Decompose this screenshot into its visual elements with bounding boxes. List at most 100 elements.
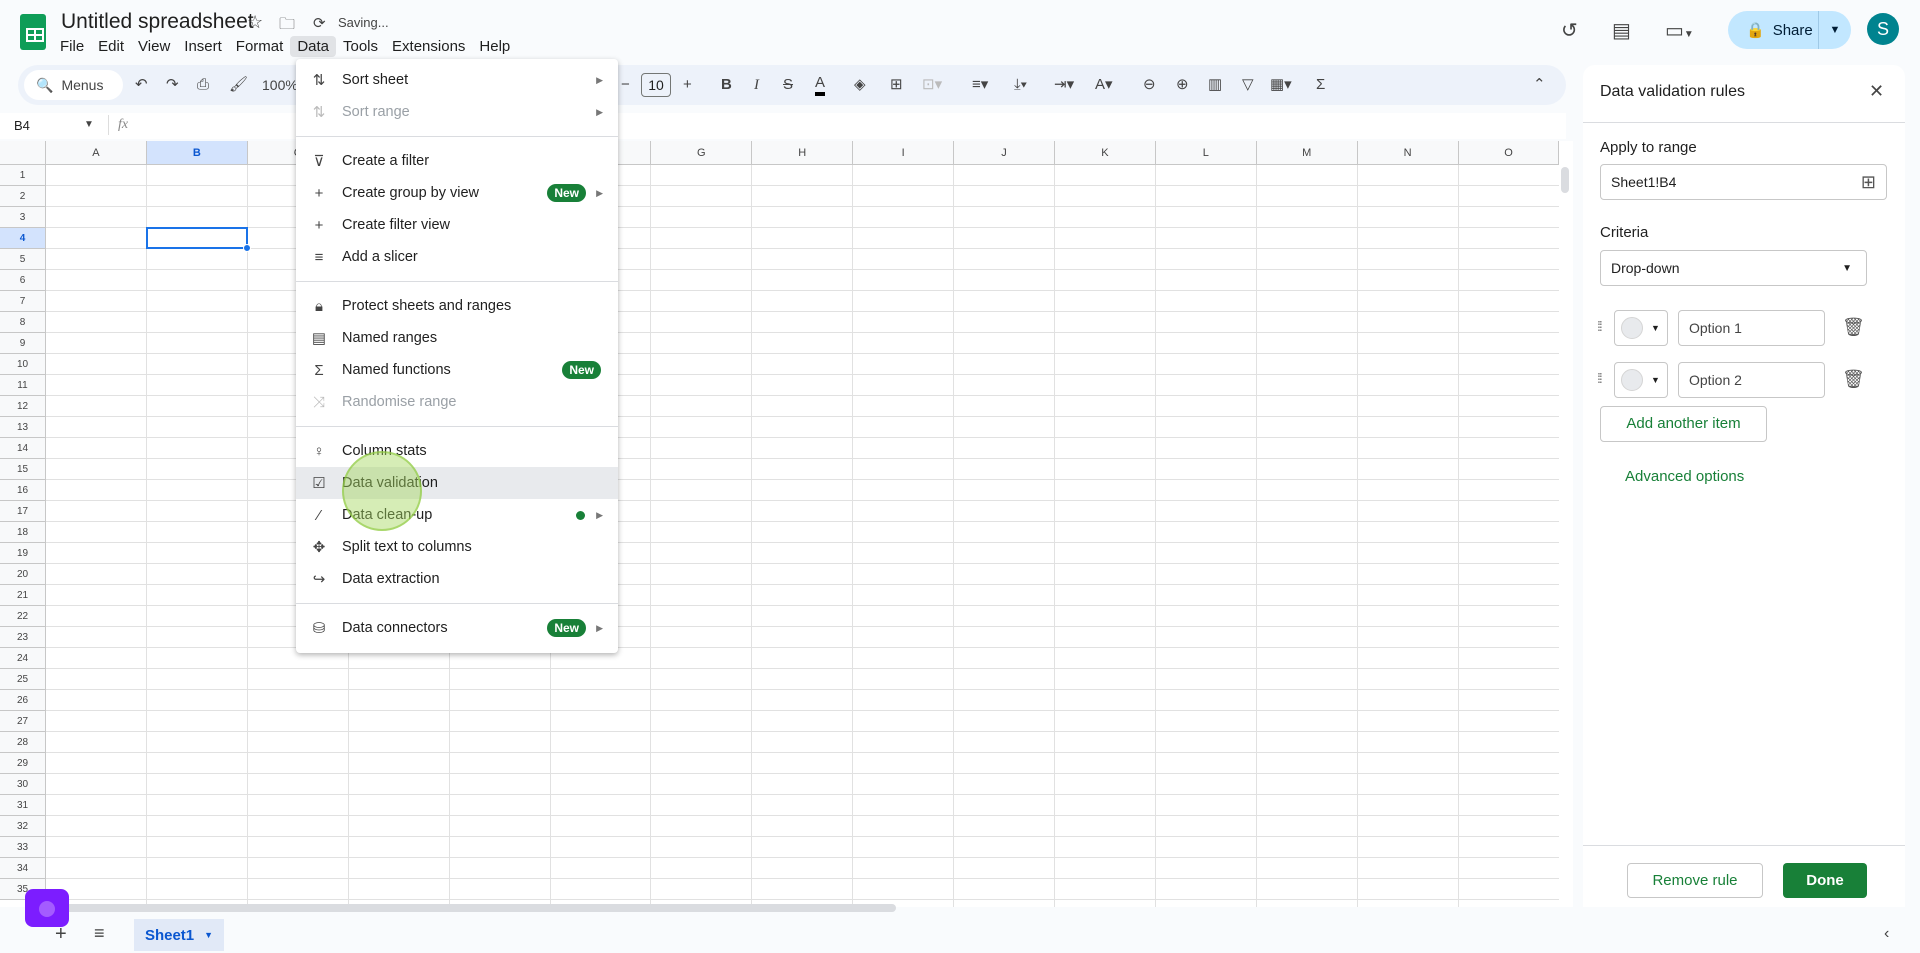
menu-extensions[interactable]: Extensions xyxy=(385,36,472,57)
menu-item-protect-sheets-and-ranges[interactable]: 🔒︎ Protect sheets and ranges xyxy=(296,290,618,322)
row-header[interactable]: 32 xyxy=(0,816,46,837)
column-header[interactable]: N xyxy=(1357,141,1459,165)
font-size-input[interactable]: 10 xyxy=(641,73,671,97)
row-header[interactable]: 9 xyxy=(0,333,46,354)
strikethrough-icon[interactable]: S xyxy=(783,74,793,96)
add-another-item-button[interactable]: Add another item xyxy=(1600,406,1767,442)
menu-view[interactable]: View xyxy=(131,36,177,57)
vertical-scrollbar[interactable] xyxy=(1559,141,1573,907)
criteria-select[interactable]: Drop-down ▼ xyxy=(1600,250,1867,286)
menu-item-create-a-filter[interactable]: ⊽ Create a filter xyxy=(296,145,618,177)
close-icon[interactable]: ✕ xyxy=(1869,81,1884,102)
row-header[interactable]: 30 xyxy=(0,774,46,795)
row-header[interactable]: 1 xyxy=(0,165,46,186)
increase-font-button[interactable]: + xyxy=(683,74,692,96)
drag-handle-icon[interactable]: ⁞⁞ xyxy=(1597,318,1603,334)
row-header[interactable]: 25 xyxy=(0,669,46,690)
row-header[interactable]: 15 xyxy=(0,459,46,480)
fill-handle[interactable] xyxy=(242,244,251,252)
menu-item-data-extraction[interactable]: ↪ Data extraction xyxy=(296,563,618,595)
menus-search[interactable]: 🔍 Menus xyxy=(24,70,123,100)
functions-button[interactable]: Σ xyxy=(1316,74,1325,96)
document-title[interactable]: Untitled spreadsheet xyxy=(61,10,254,34)
version-history-icon[interactable]: ↺ xyxy=(1561,18,1578,43)
row-header[interactable]: 19 xyxy=(0,543,46,564)
assistant-launcher[interactable] xyxy=(25,889,69,927)
menu-help[interactable]: Help xyxy=(472,36,517,57)
share-dropdown-icon[interactable]: ▼ xyxy=(1819,24,1851,36)
add-sheet-icon[interactable]: + xyxy=(55,923,67,946)
row-header[interactable]: 7 xyxy=(0,291,46,312)
menu-item-create-group-by-view[interactable]: + Create group by view New ▶ xyxy=(296,177,618,209)
column-header[interactable]: L xyxy=(1155,141,1257,165)
column-header[interactable]: O xyxy=(1458,141,1559,165)
row-header[interactable]: 23 xyxy=(0,627,46,648)
column-header[interactable]: J xyxy=(954,141,1055,165)
row-header[interactable]: 26 xyxy=(0,690,46,711)
filter-views-icon[interactable]: ▦▾ xyxy=(1270,74,1292,96)
row-header[interactable]: 24 xyxy=(0,648,46,669)
option-input[interactable]: Option 1 xyxy=(1678,310,1825,346)
horizontal-scrollbar[interactable] xyxy=(46,904,896,912)
name-box[interactable]: B4 xyxy=(14,118,30,133)
paint-format-icon[interactable]: 🖌 xyxy=(229,74,248,96)
text-rotation-icon[interactable]: A▾ xyxy=(1095,74,1113,96)
row-header[interactable]: 3 xyxy=(0,207,46,228)
color-picker[interactable]: ▼ xyxy=(1614,362,1668,398)
range-input[interactable]: Sheet1!B4 ⊞ xyxy=(1600,164,1887,200)
row-header[interactable]: 13 xyxy=(0,417,46,438)
row-header[interactable]: 12 xyxy=(0,396,46,417)
row-header[interactable]: 17 xyxy=(0,501,46,522)
row-header[interactable]: 21 xyxy=(0,585,46,606)
select-range-icon[interactable]: ⊞ xyxy=(1861,172,1876,193)
done-button[interactable]: Done xyxy=(1783,863,1867,898)
drag-handle-icon[interactable]: ⁞⁞ xyxy=(1597,370,1603,386)
row-header[interactable]: 5 xyxy=(0,249,46,270)
bold-button[interactable]: B xyxy=(721,74,732,96)
option-input[interactable]: Option 2 xyxy=(1678,362,1825,398)
row-header[interactable]: 2 xyxy=(0,186,46,207)
column-header[interactable]: M xyxy=(1256,141,1358,165)
column-header[interactable]: A xyxy=(46,141,147,165)
menu-edit[interactable]: Edit xyxy=(91,36,131,57)
undo-icon[interactable]: ↶ xyxy=(135,74,148,96)
menu-insert[interactable]: Insert xyxy=(177,36,229,57)
selected-cell[interactable] xyxy=(145,227,251,252)
delete-icon[interactable]: 🗑︎ xyxy=(1842,369,1865,390)
horizontal-align-icon[interactable]: ≡▾ xyxy=(972,74,988,96)
row-header[interactable]: 14 xyxy=(0,438,46,459)
borders-icon[interactable]: ⊞ xyxy=(890,74,903,96)
row-header[interactable]: 27 xyxy=(0,711,46,732)
menu-item-add-a-slicer[interactable]: ≡ Add a slicer xyxy=(296,241,618,273)
meet-icon[interactable]: ▭▼ xyxy=(1665,18,1694,43)
menu-item-named-ranges[interactable]: ▤ Named ranges xyxy=(296,322,618,354)
menu-item-data-connectors[interactable]: ⛁ Data connectors New ▶ xyxy=(296,612,618,644)
avatar[interactable]: S xyxy=(1867,13,1899,45)
menu-item-sort-sheet[interactable]: ⇅ Sort sheet ▶ xyxy=(296,64,618,96)
sheets-logo[interactable] xyxy=(20,14,46,50)
text-wrap-icon[interactable]: ⇥▾ xyxy=(1054,74,1074,96)
menu-data[interactable]: Data xyxy=(290,36,336,57)
redo-icon[interactable]: ↷ xyxy=(166,74,179,96)
menu-item-named-functions[interactable]: Σ Named functions New xyxy=(296,354,618,386)
menu-file[interactable]: File xyxy=(53,36,91,57)
row-header[interactable]: 18 xyxy=(0,522,46,543)
collapse-toolbar-icon[interactable]: ⌃ xyxy=(1533,74,1546,96)
row-header[interactable]: 31 xyxy=(0,795,46,816)
advanced-options-link[interactable]: Advanced options xyxy=(1625,468,1744,485)
row-header[interactable]: 33 xyxy=(0,837,46,858)
decrease-font-button[interactable]: − xyxy=(621,74,630,96)
column-header[interactable]: K xyxy=(1055,141,1156,165)
menu-item-create-filter-view[interactable]: + Create filter view xyxy=(296,209,618,241)
column-header[interactable]: H xyxy=(752,141,854,165)
zoom-select[interactable]: 100% xyxy=(262,74,298,96)
text-color-icon[interactable]: A xyxy=(815,74,826,96)
row-header[interactable]: 16 xyxy=(0,480,46,501)
row-header[interactable]: 34 xyxy=(0,858,46,879)
row-header[interactable]: 29 xyxy=(0,753,46,774)
row-header[interactable]: 28 xyxy=(0,732,46,753)
vertical-align-icon[interactable]: ⤓▾ xyxy=(1014,74,1027,96)
print-icon[interactable]: ⎙ xyxy=(197,74,209,96)
select-all-corner[interactable] xyxy=(0,141,46,165)
row-header[interactable]: 11 xyxy=(0,375,46,396)
